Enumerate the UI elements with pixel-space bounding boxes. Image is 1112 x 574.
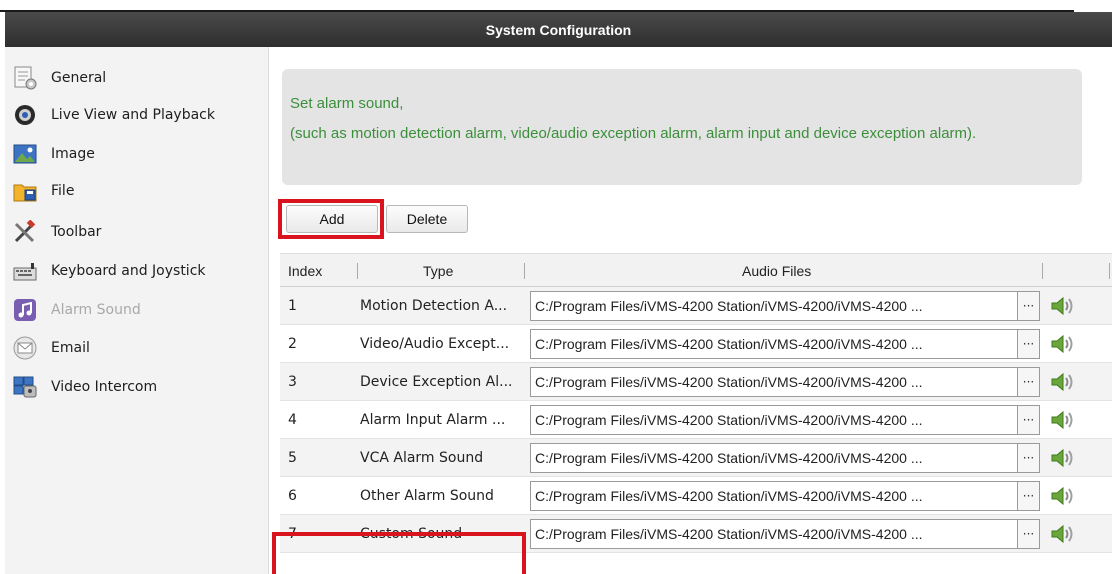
column-separator: [357, 263, 358, 279]
row-type: Alarm Input Alarm ...: [360, 412, 506, 428]
browse-file-button[interactable]: ···: [1018, 329, 1040, 359]
music-note-icon: [13, 298, 37, 322]
row-index: 1: [288, 298, 297, 314]
sidebar-item-label: Keyboard and Joystick: [51, 263, 206, 279]
sidebar-item-label: Image: [51, 146, 95, 162]
row-type: Other Alarm Sound: [360, 488, 494, 504]
row-index: 2: [288, 336, 297, 352]
add-button[interactable]: Add: [286, 205, 378, 233]
play-sound-icon[interactable]: [1050, 410, 1076, 430]
play-sound-icon[interactable]: [1050, 448, 1076, 468]
column-separator: [1042, 263, 1043, 279]
column-header-audio-files[interactable]: Audio Files: [742, 254, 811, 288]
envelope-icon: [13, 336, 37, 360]
sidebar-item-alarm-sound[interactable]: Alarm Sound: [13, 297, 141, 323]
audio-file-path-field[interactable]: C:/Program Files/iVMS-4200 Station/iVMS-…: [530, 443, 1018, 473]
column-header-index[interactable]: Index: [288, 254, 322, 288]
audio-file-path-field[interactable]: C:/Program Files/iVMS-4200 Station/iVMS-…: [530, 481, 1018, 511]
sidebar-item-live-view-and-playback[interactable]: Live View and Playback: [13, 102, 215, 128]
row-type: Motion Detection A...: [360, 298, 508, 314]
browse-file-button[interactable]: ···: [1018, 443, 1040, 473]
browse-file-button[interactable]: ···: [1018, 291, 1040, 321]
sidebar-item-toolbar[interactable]: Toolbar: [13, 219, 101, 245]
play-sound-icon[interactable]: [1050, 486, 1076, 506]
tools-icon: [13, 219, 37, 244]
table-row[interactable]: 5 VCA Alarm Sound C:/Program Files/iVMS-42…: [280, 439, 1112, 477]
sidebar-item-label: Video Intercom: [51, 379, 158, 395]
play-sound-icon[interactable]: [1050, 372, 1076, 392]
sidebar-item-label: Live View and Playback: [51, 107, 215, 123]
row-index: 6: [288, 488, 297, 504]
delete-button[interactable]: Delete: [386, 205, 468, 233]
browse-file-button[interactable]: ···: [1018, 405, 1040, 435]
table-row[interactable]: 4 Alarm Input Alarm ... C:/Program Files/i…: [280, 401, 1112, 439]
browse-file-button[interactable]: ···: [1018, 367, 1040, 397]
image-icon: [13, 142, 37, 166]
row-index: 4: [288, 412, 297, 428]
sidebar-item-label: General: [51, 70, 107, 86]
sidebar-item-label: Email: [51, 340, 90, 356]
sidebar-item-general[interactable]: General: [13, 65, 106, 91]
browse-file-button[interactable]: ···: [1018, 519, 1040, 549]
column-header-type[interactable]: Type: [423, 254, 453, 288]
play-sound-icon[interactable]: [1050, 524, 1076, 544]
row-type: Video/Audio Except...: [360, 336, 510, 352]
play-sound-icon[interactable]: [1050, 334, 1076, 354]
general-settings-icon: [13, 66, 37, 90]
folder-icon: [13, 179, 37, 203]
table-row[interactable]: 7 Custom Sound C:/Program Files/iVMS-4200 …: [280, 515, 1112, 553]
column-separator: [1109, 263, 1110, 279]
table-row[interactable]: 2 Video/Audio Except... C:/Program Files/i…: [280, 325, 1112, 363]
row-type: Device Exception Al...: [360, 374, 513, 390]
alarm-sound-description: Set alarm sound, (such as motion detecti…: [282, 69, 1082, 185]
audio-file-path-field[interactable]: C:/Program Files/iVMS-4200 Station/iVMS-…: [530, 329, 1018, 359]
sidebar-item-label: File: [51, 183, 75, 199]
table-row[interactable]: 3 Device Exception Al... C:/Program Files/…: [280, 363, 1112, 401]
table-row[interactable]: 6 Other Alarm Sound C:/Program Files/iVMS-…: [280, 477, 1112, 515]
sidebar-item-label: Toolbar: [51, 224, 102, 240]
row-type: Custom Sound: [360, 526, 463, 542]
sidebar-item-file[interactable]: File: [13, 178, 74, 204]
audio-file-path-field[interactable]: C:/Program Files/iVMS-4200 Station/iVMS-…: [530, 367, 1018, 397]
sidebar: General Live View and Playback Image Fil…: [5, 47, 269, 574]
row-index: 7: [288, 526, 297, 542]
main-panel: Set alarm sound, (such as motion detecti…: [270, 47, 1112, 574]
row-index: 5: [288, 450, 297, 466]
browse-file-button[interactable]: ···: [1018, 481, 1040, 511]
sidebar-item-video-intercom[interactable]: Video Intercom: [13, 374, 157, 400]
audio-file-path-field[interactable]: C:/Program Files/iVMS-4200 Station/iVMS-…: [530, 519, 1018, 549]
description-line-2: (such as motion detection alarm, video/a…: [290, 125, 977, 142]
play-sound-icon[interactable]: [1050, 296, 1076, 316]
column-separator: [524, 263, 525, 279]
audio-file-path-field[interactable]: C:/Program Files/iVMS-4200 Station/iVMS-…: [530, 291, 1018, 321]
sidebar-item-image[interactable]: Image: [13, 141, 95, 167]
row-type: VCA Alarm Sound: [360, 450, 484, 466]
camera-lens-icon: [13, 103, 37, 127]
description-line-1: Set alarm sound,: [290, 95, 404, 112]
window-title-bar: System Configuration: [5, 12, 1112, 47]
sidebar-item-keyboard-and-joystick[interactable]: Keyboard and Joystick: [13, 258, 206, 284]
sidebar-item-label: Alarm Sound: [51, 302, 141, 318]
keyboard-icon: [13, 259, 37, 283]
table-row[interactable]: 1 Motion Detection A... C:/Program Files/i…: [280, 287, 1112, 325]
row-index: 3: [288, 374, 297, 390]
sidebar-item-email[interactable]: Email: [13, 335, 90, 361]
window-title: System Configuration: [485, 21, 632, 38]
video-intercom-icon: [13, 375, 37, 399]
table-header: Index Type Audio Files: [280, 253, 1112, 287]
audio-file-path-field[interactable]: C:/Program Files/iVMS-4200 Station/iVMS-…: [530, 405, 1018, 435]
